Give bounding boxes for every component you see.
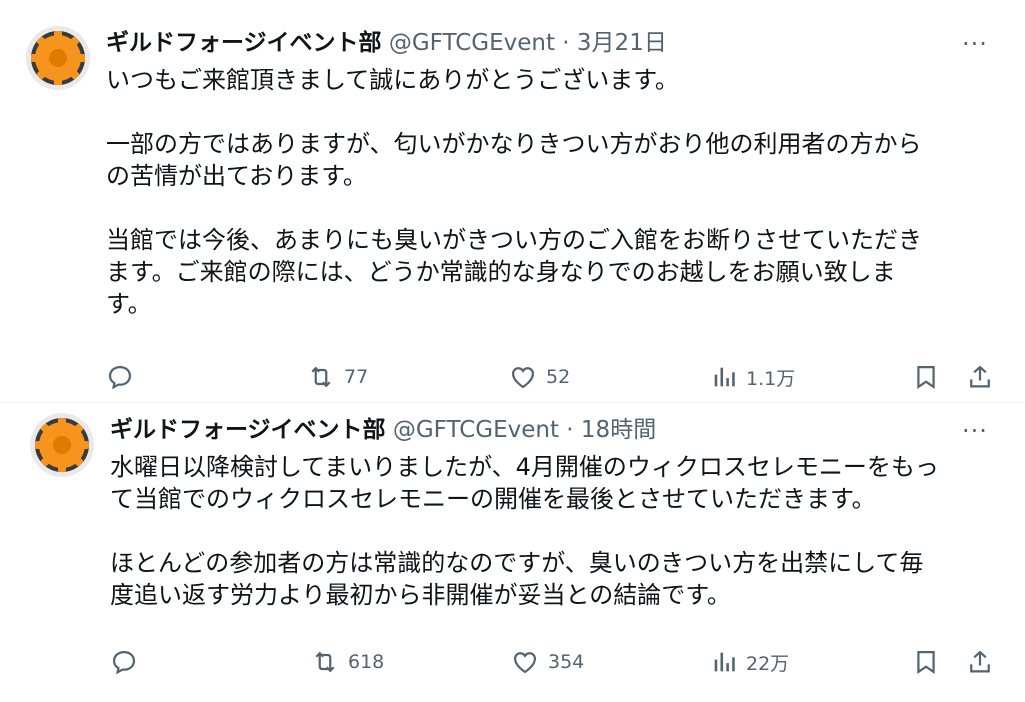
avatar[interactable] — [30, 413, 94, 477]
reply-icon — [112, 650, 136, 675]
tweet-text: いつもご来館頂きまして誠にありがとうございます。 一部の方ではありますが、匂いが… — [106, 66, 922, 318]
views-button[interactable]: 22万 — [710, 648, 789, 676]
views-count: 22万 — [746, 652, 790, 675]
share-button[interactable] — [966, 363, 994, 391]
tweet-1[interactable]: ギルドフォージイベント部 @GFTCGEvent · 3月21日 ··· いつも… — [0, 0, 1025, 402]
tweet-2[interactable]: ギルドフォージイベント部 @GFTCGEvent · 18時間 ··· 水曜日以… — [0, 403, 1025, 702]
display-name[interactable]: ギルドフォージイベント部 — [110, 417, 386, 443]
action-bar: 618 354 22万 — [110, 648, 1000, 678]
bookmark-icon — [917, 650, 935, 675]
handle[interactable]: @GFTCGEvent — [389, 30, 555, 56]
handle[interactable]: @GFTCGEvent — [393, 417, 559, 443]
like-icon — [513, 652, 537, 674]
views-icon — [714, 367, 735, 387]
share-button[interactable] — [966, 648, 994, 676]
separator: · — [566, 417, 574, 443]
retweet-button[interactable]: 618 — [310, 648, 384, 676]
more-icon[interactable]: ··· — [962, 32, 988, 56]
bookmark-button[interactable] — [912, 363, 940, 391]
retweet-count: 77 — [344, 366, 369, 388]
like-button[interactable]: 354 — [510, 648, 584, 676]
display-name[interactable]: ギルドフォージイベント部 — [106, 30, 382, 56]
more-icon[interactable]: ··· — [962, 419, 988, 443]
like-count: 52 — [546, 366, 571, 388]
retweet-count: 618 — [348, 651, 385, 673]
reply-icon — [108, 365, 132, 390]
tweet-header: ギルドフォージイベント部 @GFTCGEvent · 18時間 — [110, 415, 656, 445]
share-icon — [970, 365, 990, 388]
bookmark-button[interactable] — [912, 648, 940, 676]
action-bar: 77 52 1.1万 — [106, 363, 996, 393]
tweet-header: ギルドフォージイベント部 @GFTCGEvent · 3月21日 — [106, 28, 667, 58]
timestamp[interactable]: 3月21日 — [577, 30, 667, 56]
gear-avatar-icon — [26, 26, 90, 90]
retweet-button[interactable]: 77 — [306, 363, 368, 391]
reply-button[interactable] — [106, 363, 134, 391]
tweet-text: 水曜日以降検討してまいりましたが、4月開催のウィクロスセレモニーをもっ て当館で… — [110, 453, 939, 609]
retweet-icon — [315, 651, 335, 673]
retweet-icon — [311, 366, 331, 388]
share-icon — [970, 650, 990, 673]
timestamp[interactable]: 18時間 — [581, 417, 656, 443]
like-button[interactable]: 52 — [508, 363, 570, 391]
views-count: 1.1万 — [746, 367, 796, 390]
views-button[interactable]: 1.1万 — [710, 363, 795, 391]
reply-button[interactable] — [110, 648, 138, 676]
views-icon — [714, 652, 735, 672]
avatar[interactable] — [26, 26, 90, 90]
like-count: 354 — [548, 651, 585, 673]
like-icon — [511, 367, 535, 389]
bookmark-icon — [917, 365, 935, 390]
gear-avatar-icon — [30, 413, 94, 477]
separator: · — [562, 30, 570, 56]
